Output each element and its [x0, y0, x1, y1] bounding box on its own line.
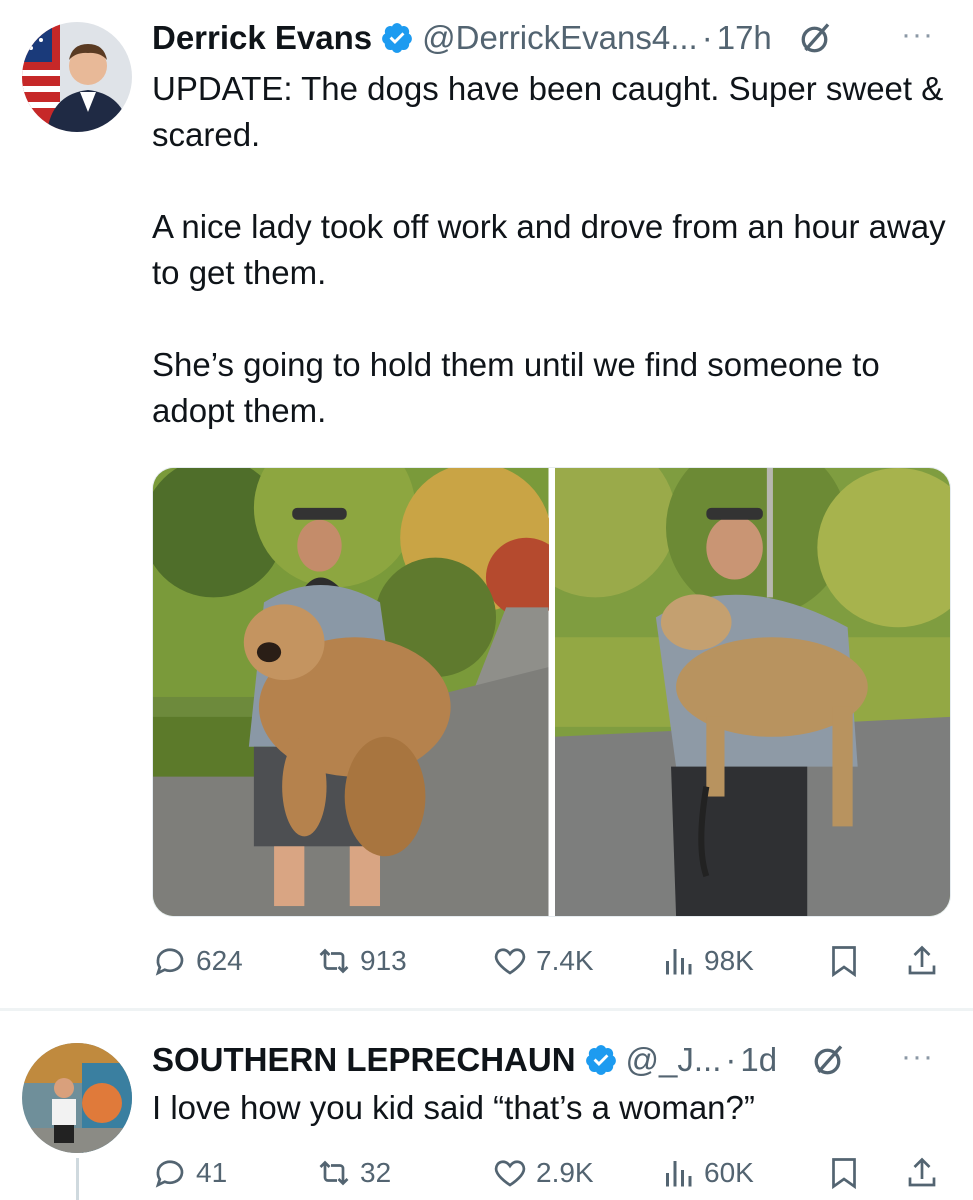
media-grid[interactable]	[152, 467, 951, 917]
like-count: 2.9K	[536, 1157, 594, 1188]
bookmark-button[interactable]	[826, 1150, 862, 1196]
repost-icon	[319, 1160, 349, 1186]
handle[interactable]: @DerrickEvans4...	[422, 19, 698, 57]
views-count: 98K	[704, 945, 754, 976]
media-photo[interactable]	[153, 468, 549, 916]
like-button[interactable]: 7.4K	[492, 938, 594, 984]
views-button[interactable]: 98K	[660, 938, 754, 984]
thread-line	[76, 1158, 79, 1200]
display-name[interactable]: SOUTHERN LEPRECHAUN	[152, 1041, 576, 1079]
views-icon	[666, 1161, 692, 1187]
bookmark-icon	[832, 1158, 856, 1190]
separator-dot: ·	[725, 1041, 737, 1078]
tweet[interactable]: Derrick Evans @DerrickEvans4... · 17h ··…	[0, 0, 973, 1010]
tweet-header: Derrick Evans @DerrickEvans4... · 17h ··…	[152, 16, 952, 60]
divider	[0, 1008, 973, 1011]
more-options-icon[interactable]: ···	[901, 1040, 934, 1074]
bookmark-button[interactable]	[826, 938, 862, 984]
display-name[interactable]: Derrick Evans	[152, 19, 372, 57]
media-photo[interactable]	[554, 468, 950, 916]
repost-count: 913	[360, 945, 407, 976]
grok-icon[interactable]	[811, 1042, 847, 1078]
heart-icon	[494, 1160, 526, 1187]
repost-count: 32	[360, 1157, 392, 1188]
verified-badge-icon	[585, 1045, 616, 1075]
heart-icon	[494, 948, 526, 975]
views-icon	[666, 949, 692, 975]
share-button[interactable]	[904, 938, 940, 984]
bookmark-icon	[832, 946, 856, 978]
reply-button[interactable]: 41	[152, 1150, 227, 1196]
grok-icon[interactable]	[798, 20, 834, 56]
views-count: 60K	[704, 1157, 754, 1188]
reply-count: 41	[196, 1157, 228, 1188]
tweet-header: SOUTHERN LEPRECHAUN @_J... · 1d ···	[152, 1038, 952, 1082]
reply-button[interactable]: 624	[152, 938, 243, 984]
timestamp[interactable]: 17h	[717, 19, 772, 57]
tweet-text: UPDATE: The dogs have been caught. Super…	[152, 70, 946, 429]
more-options-icon[interactable]: ···	[901, 18, 934, 52]
share-button[interactable]	[904, 1150, 940, 1196]
tweet-text: I love how you kid said “that’s a woman?…	[152, 1089, 755, 1126]
verified-badge-icon	[382, 23, 413, 53]
tweet-actions: 41 32 2.9K 60K	[152, 1150, 952, 1196]
like-count: 7.4K	[536, 945, 594, 976]
repost-icon	[319, 948, 349, 974]
repost-button[interactable]: 913	[316, 938, 407, 984]
separator-dot: ·	[701, 19, 713, 56]
avatar[interactable]	[22, 22, 132, 132]
like-button[interactable]: 2.9K	[492, 1150, 594, 1196]
reply-icon	[155, 948, 184, 976]
avatar[interactable]	[22, 1043, 132, 1153]
views-button[interactable]: 60K	[660, 1150, 754, 1196]
reply-icon	[155, 1160, 184, 1188]
repost-button[interactable]: 32	[316, 1150, 391, 1196]
timestamp[interactable]: 1d	[740, 1041, 777, 1079]
handle[interactable]: @_J...	[626, 1041, 722, 1079]
share-icon	[908, 1157, 936, 1187]
share-icon	[908, 945, 936, 975]
tweet-actions: 624 913 7.4K 98K	[152, 938, 952, 984]
reply-count: 624	[196, 945, 243, 976]
